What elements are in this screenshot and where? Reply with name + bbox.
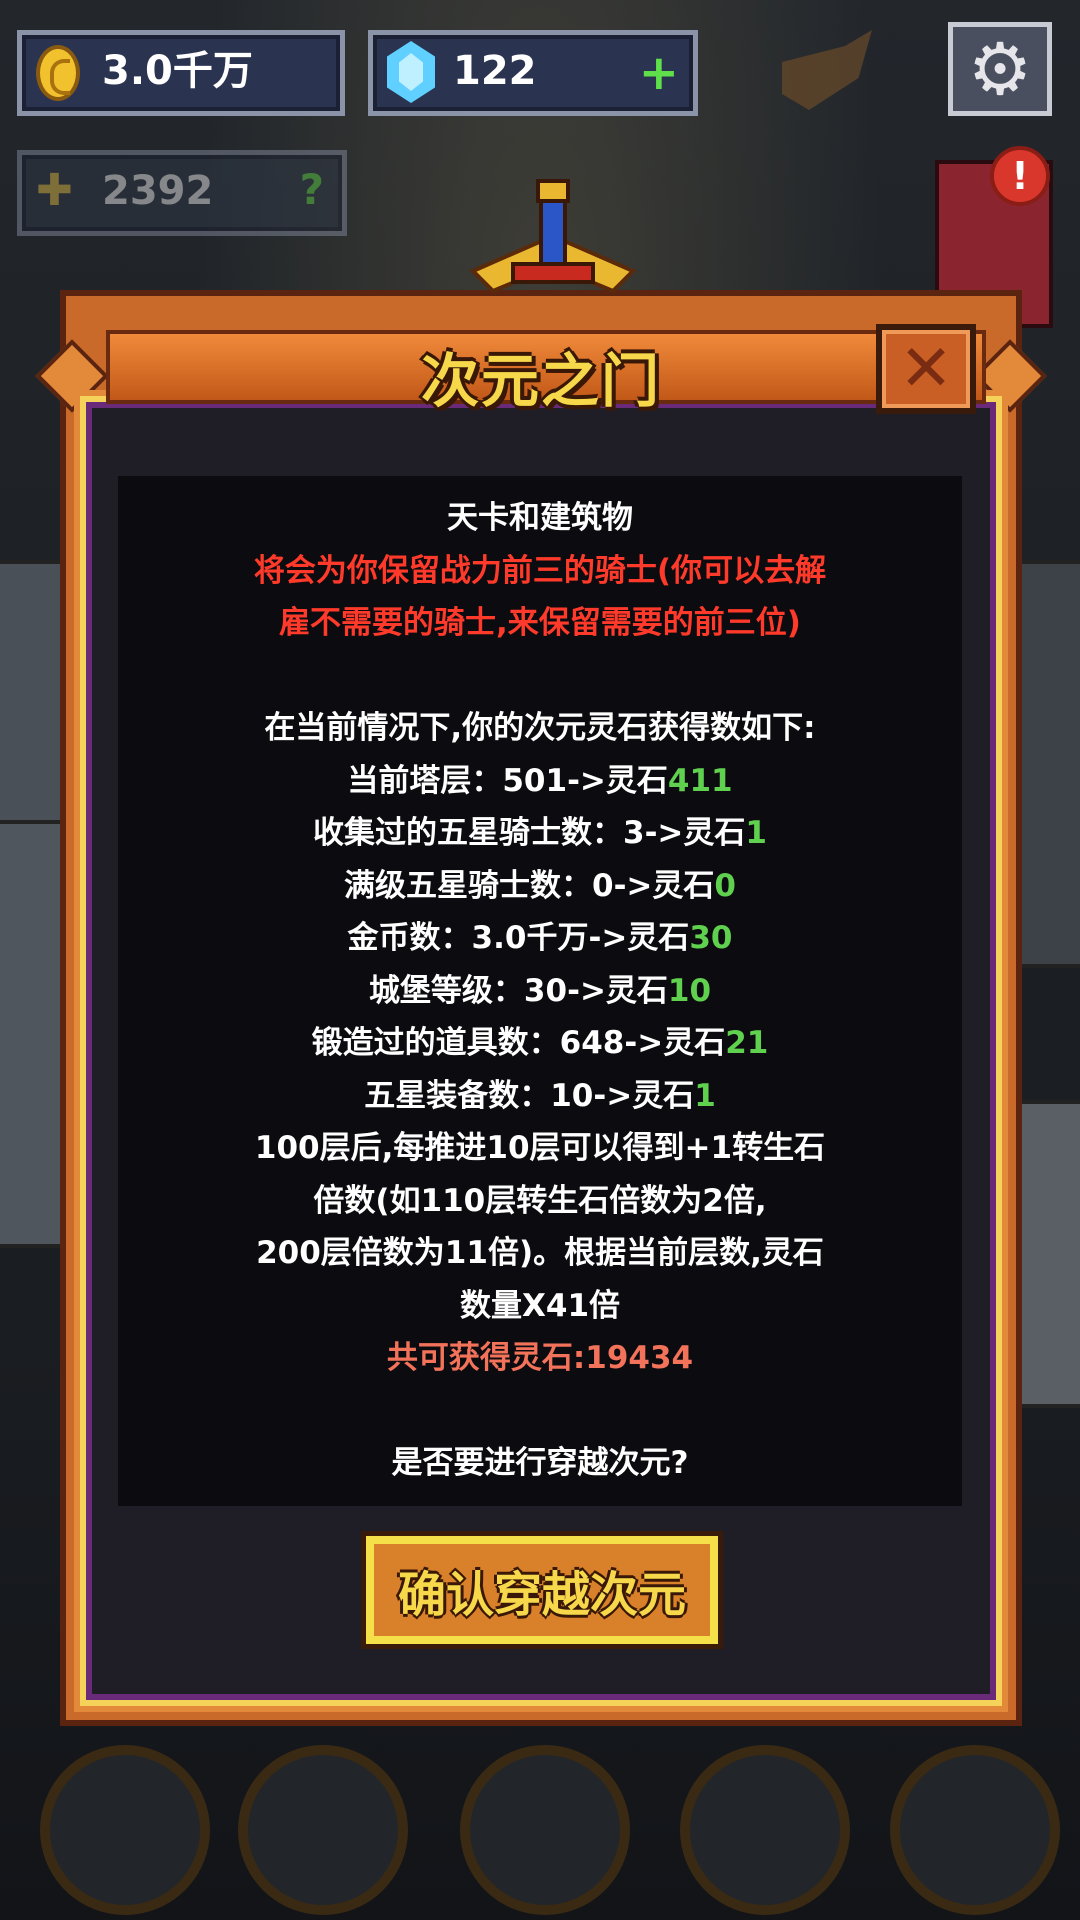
gold-counter: 3.0千万 [17, 30, 345, 116]
info-text-segment: 雇不需要的骑士,来保留需要的前三位) [279, 605, 801, 641]
gem-counter: 122 + [368, 30, 698, 116]
info-text-segment: 200层倍数为11倍)。根据当前层数,灵石 [256, 1235, 824, 1271]
info-line [118, 1385, 962, 1438]
reward-value: 411 [667, 762, 733, 799]
info-line: 天卡和建筑物 [118, 492, 962, 545]
info-text-segment: 将会为你保留战力前三的骑士(你可以去解 [253, 552, 827, 589]
info-line: 锻造过的道具数：648->灵石21 [118, 1017, 962, 1070]
info-line: 收集过的五星骑士数：3->灵石1 [118, 807, 962, 860]
gold-value: 3.0千万 [102, 48, 253, 94]
info-line: 共可获得灵石:19434 [118, 1332, 962, 1385]
info-text-segment: 当前塔层：501->灵石 [347, 762, 668, 799]
info-text-segment: 城堡等级：30->灵石 [368, 972, 668, 1009]
coin-icon [36, 45, 80, 101]
info-line: 200层倍数为11倍)。根据当前层数,灵石 [118, 1227, 962, 1280]
bottom-menu-slot [890, 1745, 1060, 1915]
dialog-title: 次元之门 [420, 347, 661, 415]
info-line: 倍数(如110层转生石倍数为2倍, [118, 1175, 962, 1228]
bottom-menu-slot [40, 1745, 210, 1915]
info-line: 金币数：3.0千万->灵石30 [118, 912, 962, 965]
reward-value: 1 [745, 815, 767, 851]
bottom-menu-slot [680, 1745, 850, 1915]
info-line [118, 650, 962, 703]
info-line: 雇不需要的骑士,来保留需要的前三位) [118, 597, 962, 650]
gem-value: 122 [453, 48, 537, 94]
info-text-segment: 收集过的五星骑士数：3->灵石 [313, 815, 746, 851]
info-line: 当前塔层：501->灵石411 [118, 755, 962, 808]
info-text-segment: 满级五星骑士数：0->灵石 [344, 867, 715, 904]
info-line: 五星装备数：10->灵石1 [118, 1070, 962, 1123]
info-text-segment: 倍数(如110层转生石倍数为2倍, [313, 1182, 767, 1219]
info-line: 满级五星骑士数：0->灵石0 [118, 860, 962, 913]
reward-value: 0 [714, 867, 736, 904]
alert-icon[interactable]: ! [990, 146, 1050, 206]
help-icon[interactable]: ? [300, 165, 324, 214]
info-line: 将会为你保留战力前三的骑士(你可以去解 [118, 545, 962, 598]
gear-icon: ⚙ [967, 27, 1033, 111]
info-text-segment: 五星装备数：10->灵石 [364, 1077, 695, 1114]
info-text-segment: 锻造过的道具数：648->灵石 [311, 1025, 726, 1061]
info-text-segment: 数量X41倍 [459, 1287, 621, 1324]
sword-crest-ornament [469, 179, 637, 294]
info-text-segment: 金币数：3.0千万->灵石 [347, 920, 690, 956]
bottom-menu-slot [460, 1745, 630, 1915]
info-line: 城堡等级：30->灵石10 [118, 965, 962, 1018]
settings-button[interactable]: ⚙ [948, 22, 1052, 116]
plus-icon[interactable]: + [639, 49, 679, 97]
bottom-menu-slot [238, 1745, 408, 1915]
sword-icon: ✚ [36, 165, 73, 216]
confirm-dimension-travel-button[interactable]: 确认穿越次元 [366, 1536, 718, 1644]
info-text-segment: 天卡和建筑物 [447, 500, 633, 536]
diamond-icon [387, 41, 435, 103]
info-text-segment: 是否要进行穿越次元? [391, 1445, 689, 1481]
info-text-segment: 100层后,每推进10层可以得到+1转生石 [254, 1130, 826, 1166]
reward-value: 1 [694, 1077, 716, 1114]
info-text: 天卡和建筑物将会为你保留战力前三的骑士(你可以去解 雇不需要的骑士,来保留需要的前… [118, 492, 962, 1490]
info-text-segment: 在当前情况下,你的次元灵石获得数如下: [264, 710, 816, 746]
info-line: 是否要进行穿越次元? [118, 1437, 962, 1490]
reward-value: 21 [725, 1025, 769, 1061]
confirm-button-label: 确认穿越次元 [397, 1567, 686, 1623]
close-button[interactable]: ✕ [876, 324, 976, 414]
info-text-segment: 共可获得灵石:19434 [386, 1340, 694, 1376]
info-line: 100层后,每推进10层可以得到+1转生石 [118, 1122, 962, 1175]
close-icon: ✕ [899, 332, 953, 406]
power-counter: ✚ 2392 ? [17, 150, 347, 236]
info-line: 数量X41倍 [118, 1280, 962, 1333]
power-value: 2392 [102, 168, 214, 214]
info-line: 在当前情况下,你的次元灵石获得数如下: [118, 702, 962, 755]
reward-value: 10 [667, 972, 712, 1009]
reward-value: 30 [689, 920, 733, 956]
